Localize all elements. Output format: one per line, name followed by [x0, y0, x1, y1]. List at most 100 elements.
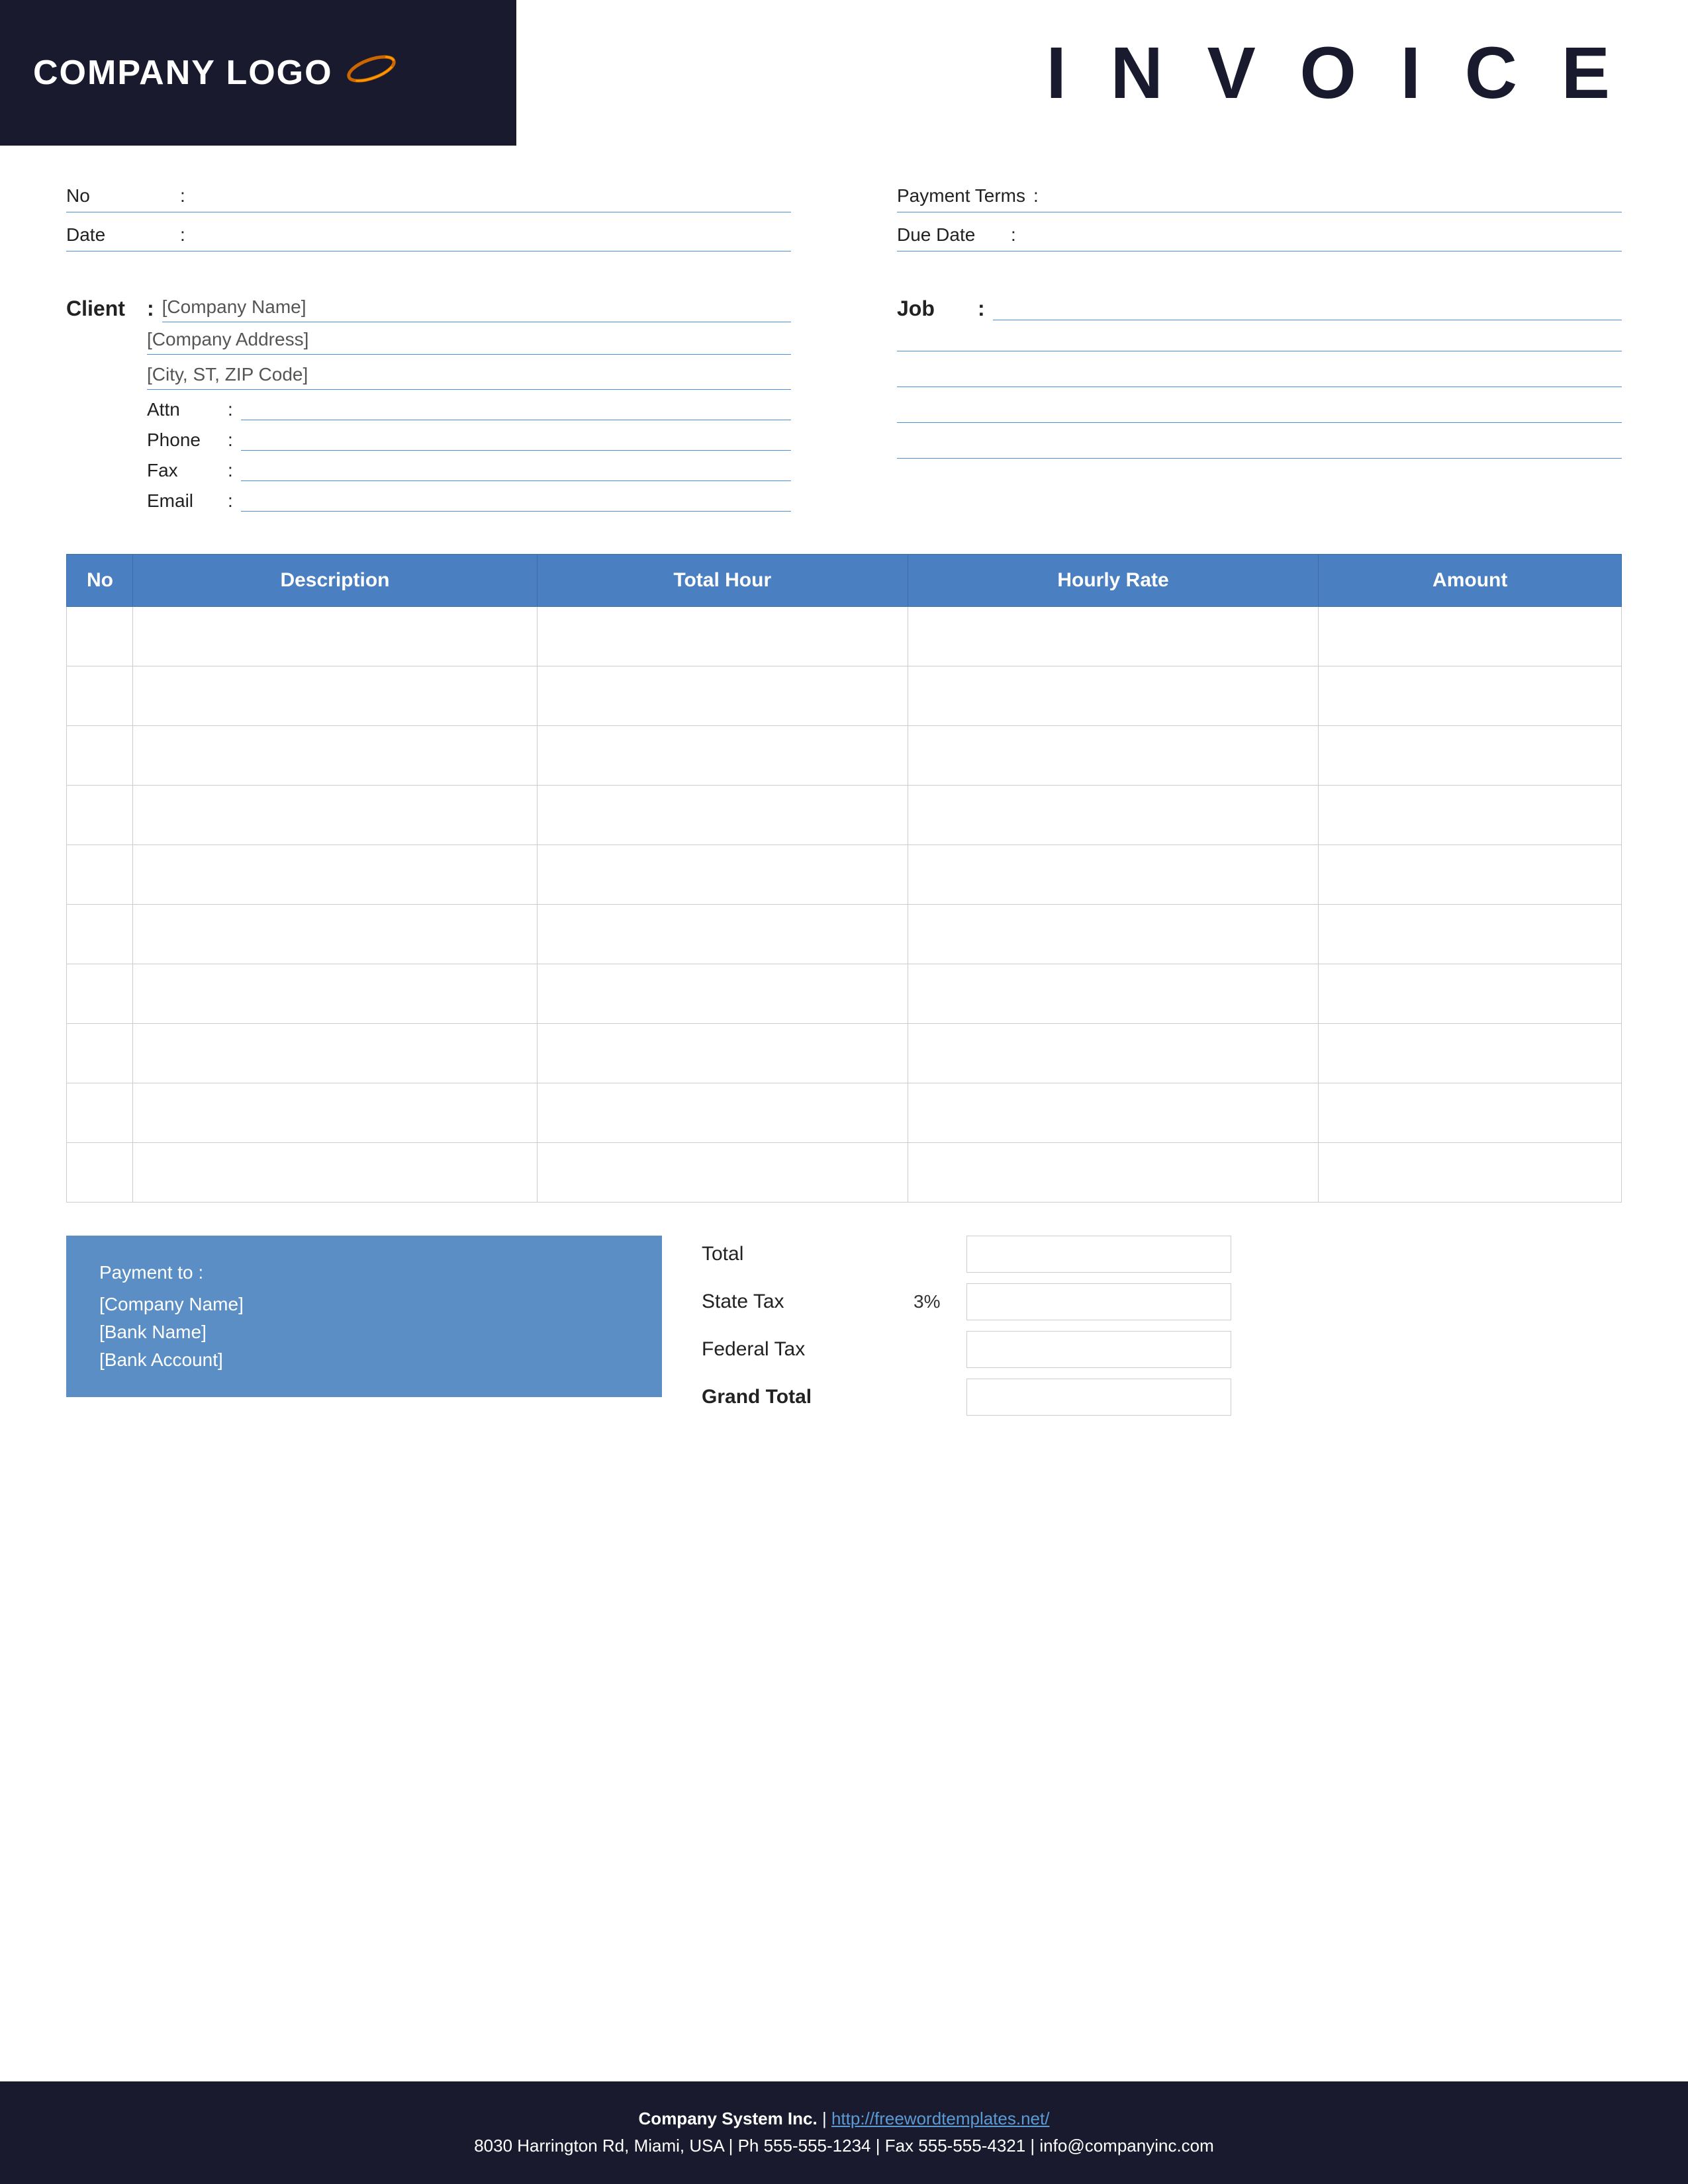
table-row: [67, 1083, 1622, 1143]
no-field-row: No :: [66, 185, 791, 212]
cell-hourly-rate: [908, 726, 1319, 786]
date-label: Date: [66, 224, 172, 246]
due-date-colon: :: [1011, 224, 1016, 246]
table-row: [67, 905, 1622, 964]
federal-tax-row: Federal Tax: [702, 1331, 1622, 1368]
totals-section: Total State Tax 3% Federal Tax Grand Tot…: [702, 1236, 1622, 1426]
phone-label: Phone: [147, 430, 220, 451]
job-header: Job :: [897, 296, 1622, 321]
job-colon: :: [978, 296, 985, 321]
cell-description: [133, 666, 538, 726]
cell-total-hour: [537, 905, 908, 964]
top-fields: No : Date : Payment Terms : Due Date :: [66, 185, 1622, 263]
federal-tax-value-box: [966, 1331, 1231, 1368]
grand-total-label: Grand Total: [702, 1386, 914, 1408]
no-label: No: [66, 185, 172, 206]
client-label: Client: [66, 296, 139, 321]
cell-description: [133, 1083, 538, 1143]
cell-total-hour: [537, 726, 908, 786]
cell-amount: [1319, 726, 1622, 786]
client-job-section: Client : [Company Name] [Company Address…: [66, 296, 1622, 521]
cell-total-hour: [537, 964, 908, 1024]
attn-value: [241, 399, 791, 420]
cell-no: [67, 845, 133, 905]
cell-no: [67, 905, 133, 964]
fax-label: Fax: [147, 460, 220, 481]
client-company-address: [Company Address]: [147, 329, 791, 355]
client-company-name: [Company Name]: [162, 296, 791, 322]
state-tax-value-box: [966, 1283, 1231, 1320]
cell-description: [133, 905, 538, 964]
payment-terms-colon: :: [1033, 185, 1039, 206]
no-value: [193, 186, 791, 206]
cell-amount: [1319, 905, 1622, 964]
cell-hourly-rate: [908, 905, 1319, 964]
fax-colon: :: [228, 460, 233, 481]
payment-company-name: [Company Name]: [99, 1294, 629, 1315]
cell-no: [67, 1024, 133, 1083]
payment-bank-account: [Bank Account]: [99, 1349, 629, 1371]
cell-amount: [1319, 1143, 1622, 1203]
client-fax-row: Fax :: [147, 460, 791, 481]
cell-no: [67, 786, 133, 845]
cell-amount: [1319, 666, 1622, 726]
job-line-3: [897, 363, 1622, 387]
cell-no: [67, 1143, 133, 1203]
client-header: Client : [Company Name]: [66, 296, 791, 322]
payment-terms-label: Payment Terms: [897, 185, 1025, 206]
cell-hourly-rate: [908, 1143, 1319, 1203]
col-description-header: Description: [133, 555, 538, 607]
payment-bank-name: [Bank Name]: [99, 1322, 629, 1343]
cell-hourly-rate: [908, 607, 1319, 666]
table-row: [67, 786, 1622, 845]
bottom-section: Payment to : [Company Name] [Bank Name] …: [66, 1236, 1622, 1426]
logo-label: COMPANY LOGO: [33, 53, 333, 93]
cell-total-hour: [537, 845, 908, 905]
client-city-zip: [City, ST, ZIP Code]: [147, 364, 791, 390]
cell-description: [133, 726, 538, 786]
invoice-title: I N V O I C E: [1046, 31, 1622, 115]
due-date-value: [1024, 225, 1622, 245]
payment-to-label: Payment to :: [99, 1262, 629, 1283]
cell-description: [133, 845, 538, 905]
invoice-title-section: I N V O I C E: [516, 0, 1688, 146]
cell-amount: [1319, 964, 1622, 1024]
logo-text: COMPANY LOGO: [33, 50, 398, 95]
client-attn-row: Attn :: [147, 399, 791, 420]
table-header-row: No Description Total Hour Hourly Rate Am…: [67, 555, 1622, 607]
cell-hourly-rate: [908, 666, 1319, 726]
date-colon: :: [180, 224, 185, 246]
client-section: Client : [Company Name] [Company Address…: [66, 296, 844, 521]
cell-total-hour: [537, 666, 908, 726]
cell-description: [133, 1024, 538, 1083]
total-label: Total: [702, 1243, 914, 1265]
cell-hourly-rate: [908, 845, 1319, 905]
footer-line-1: Company System Inc. | http://freewordtem…: [26, 2105, 1662, 2133]
cell-total-hour: [537, 1024, 908, 1083]
logo-section: COMPANY LOGO: [0, 0, 516, 146]
state-tax-row: State Tax 3%: [702, 1283, 1622, 1320]
email-colon: :: [228, 490, 233, 512]
due-date-label: Due Date: [897, 224, 1003, 246]
attn-colon: :: [228, 399, 233, 420]
date-field-row: Date :: [66, 224, 791, 251]
cell-description: [133, 607, 538, 666]
footer-link: http://freewordtemplates.net/: [831, 2109, 1050, 2128]
cell-no: [67, 1083, 133, 1143]
cell-total-hour: [537, 1143, 908, 1203]
table-row: [67, 964, 1622, 1024]
cell-amount: [1319, 786, 1622, 845]
federal-tax-label: Federal Tax: [702, 1338, 914, 1361]
top-fields-left: No : Date :: [66, 185, 844, 263]
table-row: [67, 1143, 1622, 1203]
job-line-2: [897, 328, 1622, 351]
table-row: [67, 607, 1622, 666]
cell-hourly-rate: [908, 1024, 1319, 1083]
cell-no: [67, 607, 133, 666]
cell-hourly-rate: [908, 964, 1319, 1024]
page-header: COMPANY LOGO I N V O I C E: [0, 0, 1688, 146]
cell-description: [133, 786, 538, 845]
phone-value: [241, 430, 791, 451]
job-lines: [897, 328, 1622, 459]
table-row: [67, 726, 1622, 786]
